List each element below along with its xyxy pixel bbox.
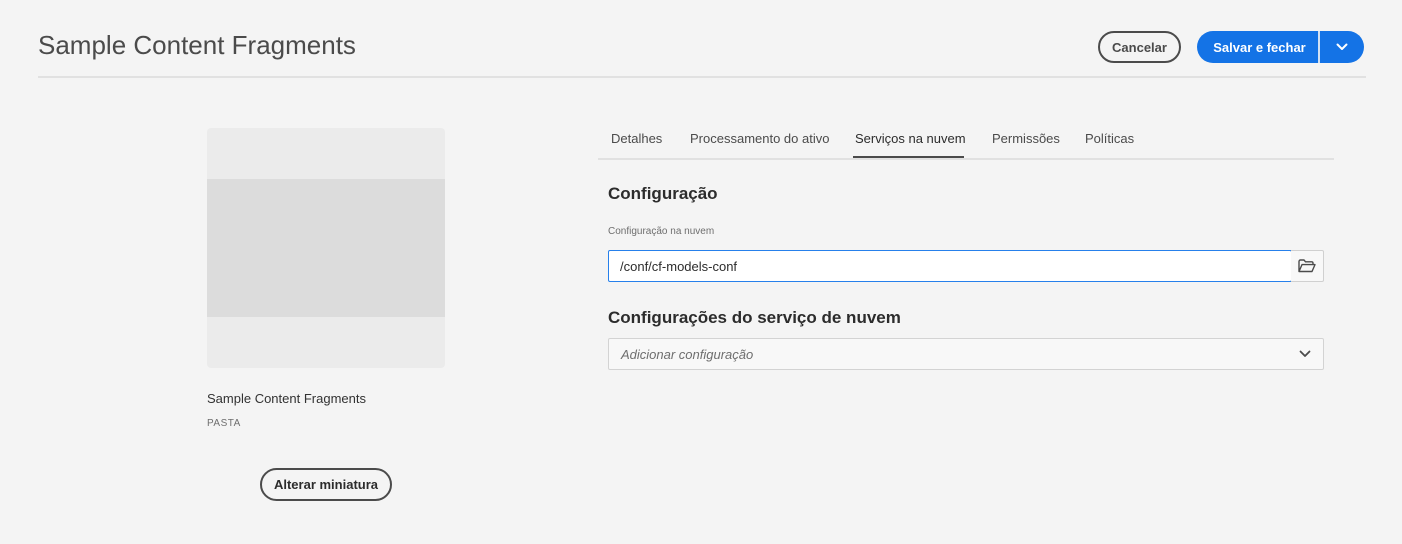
add-configuration-select[interactable]: Adicionar configuração [608,338,1324,370]
save-button-divider [1318,31,1320,63]
chevron-down-icon [1299,350,1311,357]
tab-permissions[interactable]: Permissões [992,118,1060,158]
active-tab-indicator [853,156,964,158]
save-button-group: Salvar e fechar [1197,31,1364,63]
change-thumbnail-button[interactable]: Alterar miniatura [260,468,392,501]
page-title: Sample Content Fragments [38,30,356,60]
properties-tabs: Detalhes Processamento do ativo Serviços… [598,118,1334,160]
save-options-button[interactable] [1320,31,1364,63]
asset-type: PASTA [207,418,241,429]
cloud-config-path-input[interactable] [608,250,1292,282]
thumbnail-placeholder [207,179,445,317]
tab-policies[interactable]: Políticas [1085,118,1134,158]
folder-open-icon [1298,259,1316,273]
save-and-close-button[interactable]: Salvar e fechar [1197,31,1318,63]
chevron-down-icon [1336,43,1348,50]
asset-title: Sample Content Fragments [207,391,366,406]
header-divider [38,76,1366,78]
browse-config-button[interactable] [1291,250,1324,282]
thumbnail-preview [207,128,445,368]
tab-cloud-services[interactable]: Serviços na nuvem [855,118,966,158]
tab-asset-processing[interactable]: Processamento do ativo [690,118,829,158]
cloud-services-heading: Configurações do serviço de nuvem [608,308,901,327]
cloud-config-label: Configuração na nuvem [608,226,715,237]
tab-details[interactable]: Detalhes [611,118,662,158]
cancel-button[interactable]: Cancelar [1098,31,1181,63]
add-configuration-placeholder: Adicionar configuração [621,346,754,362]
configuration-heading: Configuração [608,184,718,203]
